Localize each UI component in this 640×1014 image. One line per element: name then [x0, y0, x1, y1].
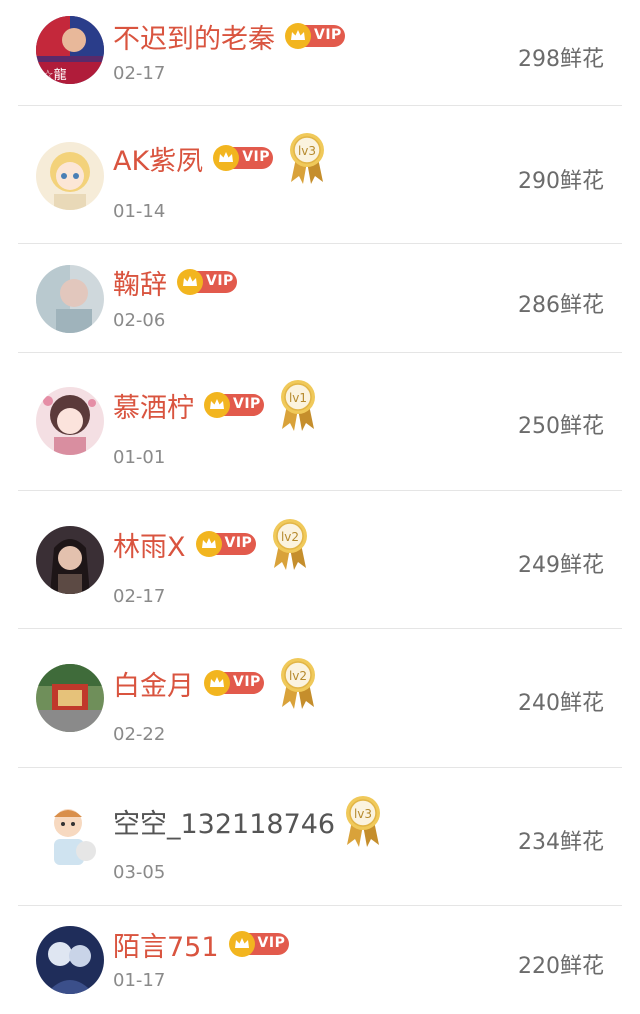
vip-badge: VIP [285, 23, 345, 49]
crown-icon [204, 392, 230, 418]
vip-badge: VIP [204, 392, 264, 418]
flower-count: 240鲜花 [518, 691, 604, 716]
svg-text:lv3: lv3 [298, 144, 316, 158]
crown-icon [285, 23, 311, 49]
gift-date: 01-14 [113, 201, 166, 222]
crown-icon [177, 269, 203, 295]
list-item[interactable]: 慕酒柠 VIP lv1 01-01 250鲜花 [18, 353, 622, 491]
user-name[interactable]: 白金月 [113, 664, 194, 703]
avatar[interactable] [36, 265, 104, 333]
gift-date: 02-17 [113, 586, 166, 607]
svg-text:lv3: lv3 [354, 807, 372, 821]
vip-badge: VIP [228, 931, 289, 957]
svg-text:lv1: lv1 [289, 391, 307, 405]
crown-icon [213, 145, 240, 171]
flower-count: 220鲜花 [518, 954, 604, 979]
avatar[interactable] [36, 142, 104, 210]
crown-icon [195, 531, 222, 557]
vip-badge: VIP [204, 670, 264, 696]
list-item[interactable]: 白金月 VIP lv2 02-22 240鲜花 [18, 629, 622, 768]
flower-count: 298鲜花 [518, 47, 604, 72]
user-name[interactable]: 不迟到的老秦 [113, 17, 275, 56]
user-name[interactable]: 林雨X [113, 525, 186, 564]
list-item[interactable]: AK紫夙 VIP lv3 01-14 290鲜花 [18, 106, 622, 244]
user-name[interactable]: 鞠辞 [113, 263, 167, 302]
svg-text:☆龍: ☆龍 [42, 67, 67, 83]
flower-count: 250鲜花 [518, 414, 604, 439]
list-item[interactable]: 林雨X VIP lv2 02-17 249鲜花 [18, 491, 622, 629]
flower-count: 234鲜花 [518, 830, 604, 855]
user-name[interactable]: 陌言751 [113, 925, 219, 964]
flower-count: 290鲜花 [518, 169, 604, 194]
user-name[interactable]: 空空_132118746 [113, 802, 335, 841]
vip-badge: VIP [177, 269, 237, 295]
gift-date: 03-05 [113, 862, 166, 883]
level-medal-icon: lv3 [343, 793, 383, 849]
level-medal-icon: lv2 [270, 516, 310, 572]
crown-icon [204, 670, 230, 696]
avatar[interactable] [36, 801, 104, 869]
avatar[interactable]: ☆龍 [36, 16, 104, 84]
crown-icon [228, 931, 255, 957]
flower-count: 286鲜花 [518, 293, 604, 318]
list-item[interactable]: ☆龍 不迟到的老秦 VIP 02-17 298鲜花 [18, 0, 622, 106]
gift-date: 01-01 [113, 447, 166, 468]
gift-date: 02-06 [113, 310, 166, 331]
gift-ranking-list: ☆龍 不迟到的老秦 VIP 02-17 298鲜花 AK紫夙 VIP lv3 0 [0, 0, 640, 1014]
level-medal-icon: lv2 [278, 655, 318, 711]
user-name[interactable]: 慕酒柠 [113, 386, 194, 425]
avatar[interactable] [36, 526, 104, 594]
gift-date: 02-17 [113, 63, 166, 84]
avatar[interactable] [36, 387, 104, 455]
svg-text:lv2: lv2 [289, 669, 307, 683]
list-item[interactable]: 陌言751 VIP 01-17 220鲜花 [18, 906, 622, 1014]
user-name[interactable]: AK紫夙 [113, 139, 203, 178]
vip-badge: VIP [213, 145, 274, 171]
list-item[interactable]: 鞠辞 VIP 02-06 286鲜花 [18, 244, 622, 353]
vip-badge: VIP [195, 531, 256, 557]
flower-count: 249鲜花 [518, 553, 604, 578]
list-item[interactable]: 空空_132118746 lv3 03-05 234鲜花 [18, 768, 622, 906]
level-medal-icon: lv1 [278, 377, 318, 433]
avatar[interactable] [36, 926, 104, 994]
level-medal-icon: lv3 [287, 130, 327, 186]
avatar[interactable] [36, 664, 104, 732]
gift-date: 01-17 [113, 970, 166, 991]
svg-text:lv2: lv2 [280, 530, 298, 544]
gift-date: 02-22 [113, 724, 166, 745]
